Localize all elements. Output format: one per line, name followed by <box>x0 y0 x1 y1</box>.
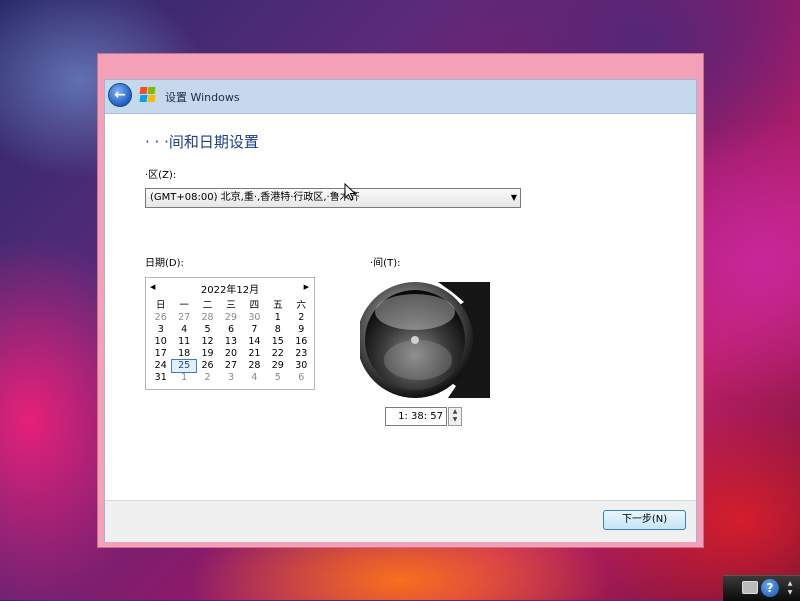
calendar-month-title[interactable]: 2022年12月 <box>146 281 314 296</box>
calendar-day[interactable]: 3 <box>149 324 172 336</box>
window-client-area: ← 设置 Windows · · ·间和日期设置 ·区(Z): (GMT+08:… <box>104 79 697 542</box>
calendar-day[interactable]: 2 <box>196 372 219 384</box>
date-label: 日期(D): <box>145 258 184 269</box>
calendar-day[interactable]: 26 <box>196 360 219 372</box>
calendar-day[interactable]: 30 <box>290 360 313 372</box>
calendar-weekday: 二 <box>202 300 213 311</box>
calendar-day[interactable]: 29 <box>219 312 242 324</box>
windows-logo-icon <box>139 87 156 103</box>
calendar-day[interactable]: 21 <box>243 348 266 360</box>
calendar-day[interactable]: 29 <box>266 360 289 372</box>
calendar-weekday: 五 <box>273 300 283 311</box>
calendar-day[interactable]: 9 <box>290 324 313 336</box>
calendar-day[interactable]: 17 <box>149 348 172 360</box>
timezone-select[interactable]: (GMT+08:00) 北京,重·,香港特·行政区,·鲁木齐 ▼ <box>145 188 521 208</box>
calendar-day[interactable]: 20 <box>219 348 242 360</box>
calendar-day[interactable]: 16 <box>290 336 313 348</box>
navigation-bar: ← 设置 Windows <box>105 80 696 114</box>
calendar-week-row: 17 18 19 20 21 22 23 <box>149 348 313 360</box>
calendar-week-row: 3456789 <box>149 324 313 336</box>
calendar-weekday: 四 <box>249 300 260 311</box>
calendar-grid: 日一二三四五六 26 27 28 29 30 1 2 3 4 5 6 7 8 9 10 11 12 13 14 15 16… <box>149 300 313 384</box>
calendar-day[interactable]: 18 <box>172 348 195 360</box>
calendar-weekday: 六 <box>296 300 306 311</box>
calendar-day[interactable]: 28 <box>196 312 219 324</box>
back-arrow-icon[interactable]: ← <box>108 83 132 107</box>
time-input[interactable]: 1: 38: 57 <box>385 407 447 426</box>
calendar-weekday: 日 <box>155 300 166 311</box>
calendar-day[interactable]: 15 <box>266 336 289 348</box>
calendar-day[interactable]: 3 <box>219 372 242 384</box>
calendar-weekday-row: 日一二三四五六 <box>149 300 313 312</box>
calendar-day[interactable]: 7 <box>243 324 266 336</box>
calendar-day[interactable]: 6 <box>219 324 242 336</box>
calendar-day[interactable]: 1 <box>266 312 289 324</box>
calendar-day[interactable]: 6 <box>290 372 313 384</box>
calendar-week-row: 26 27 28 29 30 1 2 <box>149 312 313 324</box>
calendar-day[interactable]: 27 <box>219 360 242 372</box>
keyboard-icon[interactable] <box>742 581 758 594</box>
calendar-day[interactable]: 1 <box>172 372 195 384</box>
time-label: ·间(T): <box>370 258 401 269</box>
triangle-right-icon[interactable]: ▶ <box>304 283 309 291</box>
help-icon[interactable]: ? <box>761 579 779 597</box>
calendar-day[interactable]: 24 <box>149 360 172 372</box>
next-button[interactable]: 下一步(N) <box>603 510 686 530</box>
calendar-day[interactable]: 22 <box>266 348 289 360</box>
calendar-week-row: 24 25 26 27 28 29 30 <box>149 359 313 373</box>
calendar-week-row: 10 11 12 13 14 15 16 <box>149 336 313 348</box>
calendar-day[interactable]: 10 <box>149 336 172 348</box>
calendar-day[interactable]: 14 <box>243 336 266 348</box>
calendar-day[interactable]: 19 <box>196 348 219 360</box>
page-heading: · · ·间和日期设置 <box>145 133 259 151</box>
system-tray: ? ▲ ▼ <box>723 575 800 601</box>
calendar-day[interactable]: 8 <box>266 324 289 336</box>
calendar-day[interactable]: 23 <box>290 348 313 360</box>
setup-window: ← 设置 Windows · · ·间和日期设置 ·区(Z): (GMT+08:… <box>97 53 704 548</box>
spin-down-icon[interactable]: ▼ <box>449 416 461 424</box>
calendar-day[interactable]: 4 <box>243 372 266 384</box>
calendar-day[interactable]: 4 <box>172 324 195 336</box>
spin-up-icon[interactable]: ▲ <box>449 408 461 416</box>
calendar-day[interactable]: 5 <box>266 372 289 384</box>
calendar-day[interactable]: 28 <box>243 360 266 372</box>
analog-clock <box>360 282 490 398</box>
calendar-weekday: 一 <box>179 300 189 311</box>
calendar-day[interactable]: 2 <box>290 312 313 324</box>
calendar-day[interactable]: 31 <box>149 372 172 384</box>
chevron-down-icon[interactable]: ▼ <box>511 189 517 207</box>
time-spinner[interactable]: ▲ ▼ <box>448 407 462 426</box>
wizard-footer: 下一步(N) <box>105 500 696 542</box>
calendar-weekday: 三 <box>226 300 236 311</box>
calendar-day[interactable]: 30 <box>243 312 266 324</box>
calendar-day[interactable]: 11 <box>172 336 195 348</box>
timezone-label: ·区(Z): <box>145 170 177 181</box>
tray-scroll-icon[interactable]: ▲ ▼ <box>786 579 794 598</box>
timezone-value: (GMT+08:00) 北京,重·,香港特·行政区,·鲁木齐 <box>150 192 360 203</box>
calendar-day[interactable]: 12 <box>196 336 219 348</box>
window-title: 设置 Windows <box>165 91 240 104</box>
calendar-day-selected[interactable]: 25 <box>171 359 197 373</box>
calendar-week-row: 31 1 2 3 4 5 6 <box>149 372 313 384</box>
calendar-day[interactable]: 27 <box>172 312 195 324</box>
calendar-day[interactable]: 5 <box>196 324 219 336</box>
date-calendar: ◀ 2022年12月 ▶ 日一二三四五六 26 27 28 29 30 1 2 3 4 5 6 7 8 9 1… <box>145 277 315 390</box>
calendar-day[interactable]: 13 <box>219 336 242 348</box>
calendar-day[interactable]: 26 <box>149 312 172 324</box>
mouse-cursor-icon <box>344 183 356 201</box>
